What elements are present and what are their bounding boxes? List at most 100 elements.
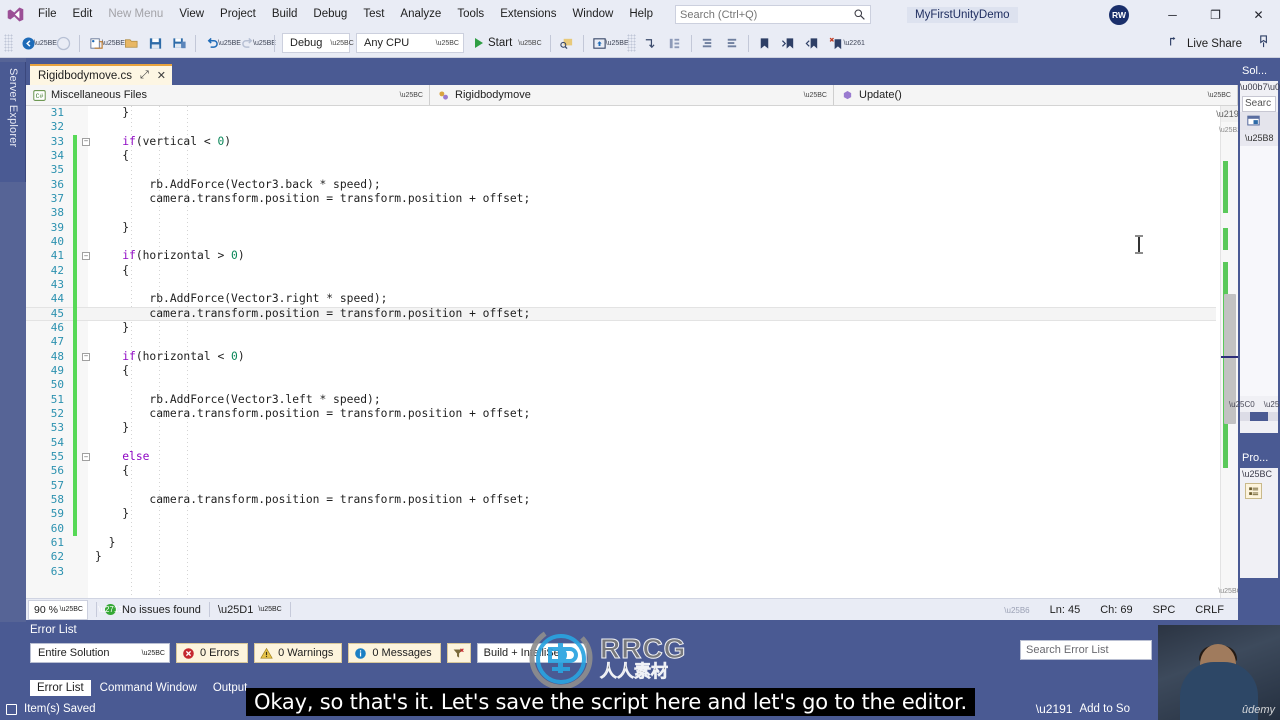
code-line[interactable]: 50: [26, 378, 1216, 393]
build-filter-combo[interactable]: Build + IntelliSe: [476, 643, 587, 663]
project-combo[interactable]: C# Miscellaneous Files \u25BC: [26, 85, 430, 105]
clear-filters-icon[interactable]: [446, 643, 471, 663]
redo-icon[interactable]: [236, 32, 258, 54]
next-bookmark-icon[interactable]: [778, 32, 800, 54]
menu-item-debug[interactable]: Debug: [305, 0, 355, 29]
code-line[interactable]: 48 − if(horizontal < 0): [26, 349, 1216, 364]
code-line[interactable]: 35: [26, 163, 1216, 178]
collapse-region-icon[interactable]: −: [77, 137, 95, 146]
new-project-icon[interactable]: [85, 32, 107, 54]
save-icon[interactable]: [144, 32, 166, 54]
menu-item-help[interactable]: Help: [621, 0, 661, 29]
editor-vertical-scrollbar[interactable]: \u2195 \u25B2 \u25BC: [1216, 106, 1244, 598]
code-line[interactable]: 45 camera.transform.position = transform…: [26, 306, 1216, 321]
live-preview-icon[interactable]: [589, 32, 611, 54]
code-line[interactable]: 56 {: [26, 464, 1216, 479]
code-editor-surface[interactable]: 31 } 32 33− if(vertical < 0) 34 {35 36 rb.Ad…: [26, 106, 1238, 598]
solution-tree-blank[interactable]: [1240, 146, 1278, 396]
zoom-combo[interactable]: 90 % \u25BC: [28, 599, 88, 620]
redo-dropdown[interactable]: \u25BE: [253, 32, 276, 54]
warnings-filter-button[interactable]: 0 Warnings: [254, 643, 343, 663]
code-line[interactable]: 53 }: [26, 421, 1216, 436]
code-line[interactable]: 51 rb.AddForce(Vector3.left * speed);: [26, 392, 1216, 407]
code-line[interactable]: 37 camera.transform.position = transform…: [26, 191, 1216, 207]
code-line[interactable]: 60: [26, 521, 1216, 536]
panel-tab-error-list[interactable]: Error List: [30, 680, 91, 696]
menu-item-edit[interactable]: Edit: [65, 0, 101, 29]
code-line[interactable]: 39 }: [26, 220, 1216, 235]
menu-item-new-menu[interactable]: New Menu: [100, 0, 171, 29]
code-line[interactable]: 46 }: [26, 320, 1216, 336]
code-line[interactable]: 59 }: [26, 507, 1216, 522]
menu-item-file[interactable]: File: [30, 0, 65, 29]
toolbar-overflow-icon[interactable]: \u2261: [843, 32, 864, 54]
open-file-icon[interactable]: [120, 32, 142, 54]
navigate-backward-dropdown[interactable]: \u25BE: [34, 32, 57, 54]
collapse-region-icon[interactable]: −: [77, 453, 95, 462]
code-line[interactable]: 49 {: [26, 363, 1216, 379]
scroll-up-icon[interactable]: \u25B2: [1219, 123, 1241, 137]
messages-filter-button[interactable]: 0 Messages: [348, 643, 441, 663]
live-share-button[interactable]: Live Share: [1168, 29, 1242, 58]
start-debug-button[interactable]: Start \u25BC: [471, 32, 546, 54]
nav-back-icon[interactable]: \u25C0: [1229, 400, 1255, 409]
menu-item-project[interactable]: Project: [212, 0, 264, 29]
code-line[interactable]: 31 }: [26, 106, 1216, 120]
chevron-down-icon[interactable]: \u25BC: [258, 606, 281, 613]
search-input[interactable]: [680, 8, 851, 21]
split-view-icon[interactable]: \u2195: [1216, 106, 1244, 122]
comment-icon[interactable]: [697, 32, 719, 54]
intellicode-icon[interactable]: \u25D1: [218, 604, 253, 616]
uncomment-icon[interactable]: [721, 32, 743, 54]
navigate-backward-icon[interactable]: [17, 32, 39, 54]
properties-categorized-icon[interactable]: [1245, 483, 1262, 499]
clear-bookmarks-icon[interactable]: [826, 32, 848, 54]
code-line[interactable]: 40: [26, 234, 1216, 250]
code-line[interactable]: 43: [26, 277, 1216, 293]
collapse-region-icon[interactable]: −: [77, 252, 95, 261]
class-combo[interactable]: Rigidbodymove \u25BC: [430, 85, 834, 105]
code-line[interactable]: 58 camera.transform.position = transform…: [26, 492, 1216, 508]
solution-explorer-title[interactable]: Sol...: [1238, 62, 1280, 81]
code-line[interactable]: 63: [26, 565, 1216, 579]
minimize-button[interactable]: ─: [1151, 0, 1194, 29]
solution-explorer-icon-row[interactable]: [1240, 112, 1278, 130]
feedback-icon[interactable]: [1257, 34, 1272, 54]
code-line[interactable]: 55 − else: [26, 449, 1216, 465]
toolbar-grip[interactable]: [626, 34, 636, 52]
solution-platform-combo[interactable]: Any CPU \u25BC: [356, 33, 464, 53]
solution-nav-row[interactable]: \u25C0 \u25B6: [1229, 396, 1280, 412]
source-control-group[interactable]: \u2191 Add to So: [1036, 702, 1130, 716]
collapse-region-icon[interactable]: −: [77, 352, 95, 361]
code-line[interactable]: 47: [26, 335, 1216, 350]
solution-tree-row[interactable]: \u25B8: [1240, 130, 1278, 146]
code-line[interactable]: 44 rb.AddForce(Vector3.right * speed);: [26, 292, 1216, 307]
member-combo[interactable]: Update() \u25BC: [834, 85, 1238, 105]
code-line[interactable]: 36 rb.AddForce(Vector3.back * speed);: [26, 177, 1216, 192]
close-button[interactable]: ✕: [1237, 0, 1280, 29]
solution-explorer-toolbar[interactable]: \u00b7\u00b7: [1240, 81, 1280, 94]
bookmark-icon[interactable]: [754, 32, 776, 54]
errors-filter-button[interactable]: 0 Errors: [176, 643, 249, 663]
solution-horizontal-scrollbar[interactable]: [1240, 412, 1278, 421]
search-box[interactable]: [675, 5, 872, 24]
code-line[interactable]: 34 {: [26, 148, 1216, 164]
solution-search-input[interactable]: Searc: [1242, 96, 1276, 112]
close-icon[interactable]: ✕: [157, 69, 166, 82]
menu-item-analyze[interactable]: Analyze: [392, 0, 449, 29]
menu-item-view[interactable]: View: [171, 0, 212, 29]
navigate-forward-icon[interactable]: [52, 32, 74, 54]
code-line[interactable]: 61 }: [26, 536, 1216, 550]
code-line[interactable]: 32: [26, 120, 1216, 134]
code-line[interactable]: 54: [26, 435, 1216, 450]
error-list-search[interactable]: Search Error List: [1020, 640, 1152, 660]
code-line[interactable]: 42 {: [26, 263, 1216, 278]
code-line[interactable]: 62}: [26, 550, 1216, 564]
code-line[interactable]: 33 − if(vertical < 0): [26, 134, 1216, 149]
step-into-icon[interactable]: [640, 32, 662, 54]
attach-process-icon[interactable]: [556, 32, 578, 54]
new-project-dropdown[interactable]: \u25BE: [102, 32, 125, 54]
document-tab-rigidbodymove[interactable]: Rigidbodymove.cs ⤢ ✕: [30, 64, 172, 85]
properties-dropdown-icon[interactable]: \u25BC: [1240, 468, 1278, 481]
menu-item-extensions[interactable]: Extensions: [492, 0, 564, 29]
